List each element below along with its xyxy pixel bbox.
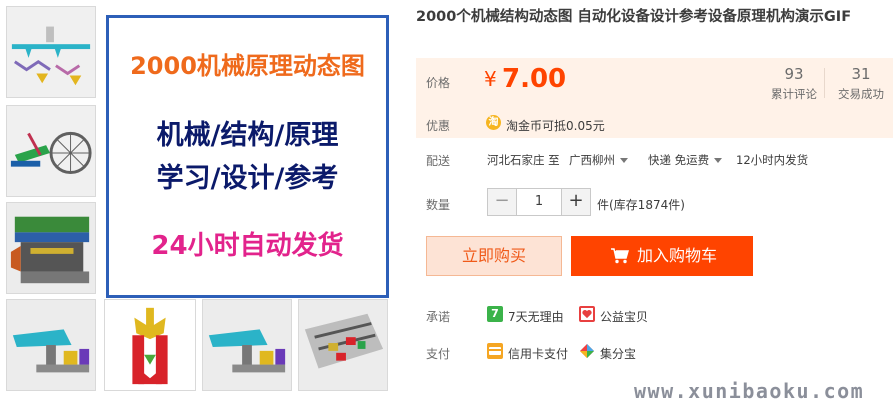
thumbnail-5[interactable] <box>104 299 196 391</box>
thumbnail-1[interactable] <box>6 6 96 98</box>
stat-divider <box>824 68 825 98</box>
price-amount: 7.00 <box>502 64 567 94</box>
thumbnail-7[interactable] <box>298 299 388 391</box>
charity-heart-icon <box>579 306 595 322</box>
main-image-title: 2000机械原理动态图 <box>130 52 365 80</box>
shipping-destination-select[interactable]: 广西柳州 <box>569 152 628 168</box>
quantity-input[interactable]: 1 <box>516 189 562 215</box>
main-image-shipping: 24小时自动发货 <box>151 231 344 261</box>
add-to-cart-button[interactable]: 加入购物车 <box>571 236 753 276</box>
shipping-method-select[interactable]: 快递 免运费 <box>648 152 723 168</box>
sales-label: 交易成功 <box>838 87 884 101</box>
taobao-coin-icon: 淘 <box>486 115 501 130</box>
credit-card-payment-link[interactable]: 信用卡支付 <box>508 345 568 362</box>
product-info: 2000个机械结构动态图 自动化设备设计参考设备原理机构演示GIF 价格 ¥ 7… <box>416 0 893 407</box>
promo-label: 优惠 <box>426 119 451 133</box>
image-gallery: 2000机械原理动态图 机械/结构/原理 学习/设计/参考 24小时自动发货 <box>6 6 392 398</box>
quantity-minus-button[interactable]: − <box>488 189 516 215</box>
chevron-down-icon <box>620 158 628 163</box>
buy-now-button[interactable]: 立即购买 <box>426 236 562 276</box>
jifenbao-payment-link[interactable]: 集分宝 <box>600 345 636 362</box>
reviews-label: 累计评论 <box>771 87 817 101</box>
shipping-label: 配送 <box>426 154 451 168</box>
thumbnail-3[interactable] <box>6 202 96 294</box>
return-policy-link[interactable]: 7天无理由 <box>508 308 564 325</box>
site-watermark: www.xunibaoku.com <box>634 379 865 403</box>
shipping-destination: 广西柳州 <box>569 153 615 167</box>
charity-link[interactable]: 公益宝贝 <box>600 308 648 325</box>
promo-text: 淘金币可抵0.05元 <box>506 119 605 133</box>
reviews-stat[interactable]: 93 累计评论 <box>759 65 829 102</box>
shipping-from: 河北石家庄 至 <box>487 153 560 167</box>
stock-text: 件(库存1874件) <box>597 198 685 212</box>
price-label: 价格 <box>426 76 451 90</box>
credit-card-icon <box>487 343 503 359</box>
sales-stat: 31 交易成功 <box>826 65 893 102</box>
product-page: 2000机械原理动态图 机械/结构/原理 学习/设计/参考 24小时自动发货 2… <box>0 0 893 407</box>
reviews-count: 93 <box>784 65 804 83</box>
thumbnail-2[interactable] <box>6 105 96 197</box>
quantity-stepper: − 1 + <box>487 188 591 216</box>
payment-label: 支付 <box>426 347 451 361</box>
thumbnail-6[interactable] <box>202 299 292 391</box>
main-image-line-2: 学习/设计/参考 <box>156 163 339 194</box>
product-title: 2000个机械结构动态图 自动化设备设计参考设备原理机构演示GIF <box>416 9 852 25</box>
promise-label: 承诺 <box>426 310 451 324</box>
quantity-plus-button[interactable]: + <box>562 189 590 215</box>
sales-count: 31 <box>851 65 871 83</box>
add-to-cart-label: 加入购物车 <box>637 246 718 265</box>
dispatch-time: 12小时内发货 <box>736 153 809 167</box>
thumbnail-4[interactable] <box>6 299 96 391</box>
price-currency: ¥ <box>484 67 497 91</box>
seven-day-return-icon: 7 <box>487 306 503 322</box>
promo-row: 优惠 淘 淘金币可抵0.05元 <box>416 108 893 138</box>
chevron-down-icon <box>714 158 723 163</box>
main-product-image[interactable]: 2000机械原理动态图 机械/结构/原理 学习/设计/参考 24小时自动发货 <box>106 15 389 298</box>
jifenbao-icon <box>579 343 595 359</box>
quantity-label: 数量 <box>426 198 451 212</box>
cart-icon <box>611 248 629 264</box>
main-image-line-1: 机械/结构/原理 <box>156 120 339 151</box>
price-panel: 价格 ¥ 7.00 93 累计评论 31 交易成功 <box>416 58 893 108</box>
shipping-method: 快递 免运费 <box>648 153 710 167</box>
